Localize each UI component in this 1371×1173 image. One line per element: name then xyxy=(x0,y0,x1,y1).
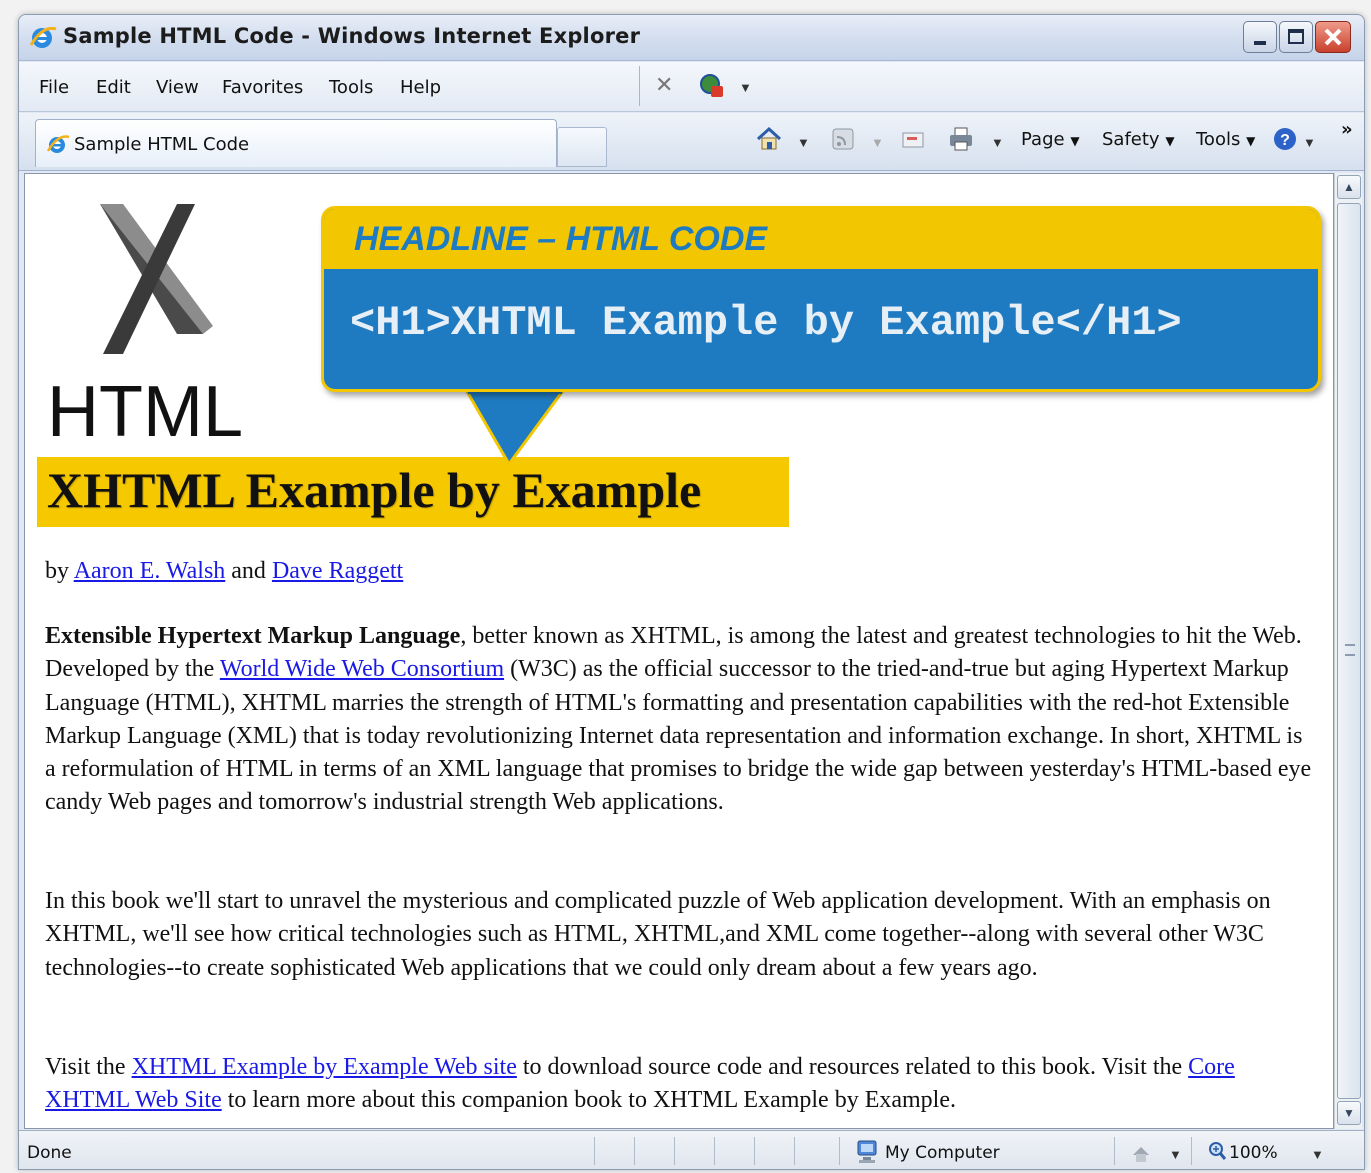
status-separator xyxy=(754,1137,755,1165)
tools-dropdown-icon: ▼ xyxy=(1246,134,1256,148)
vertical-scrollbar[interactable]: ▲ ▼ xyxy=(1334,173,1362,1129)
scroll-down-icon[interactable]: ▼ xyxy=(1337,1101,1361,1125)
tab-sample-html-code[interactable]: Sample HTML Code xyxy=(35,119,557,167)
tab-bar: Sample HTML Code ▼ ▼ ▼ Page ▼ Safety ▼ T… xyxy=(19,113,1364,171)
intro-bold-term: Extensible Hypertext Markup Language xyxy=(45,623,461,649)
status-separator xyxy=(634,1137,635,1165)
close-button[interactable] xyxy=(1315,21,1351,53)
status-separator xyxy=(1191,1137,1192,1165)
callout-pointer xyxy=(465,388,567,467)
home-dropdown-icon[interactable]: ▼ xyxy=(797,135,810,150)
callout-header: HEADLINE – HTML CODE xyxy=(324,209,1318,269)
menu-edit[interactable]: Edit xyxy=(96,77,131,98)
tab-ie-icon xyxy=(46,135,70,153)
xhtml-logo: HTML xyxy=(47,204,243,444)
status-bar: Done My Computer ▼ 100% ▼ xyxy=(19,1130,1364,1169)
intro-paragraph: Extensible Hypertext Markup Language, be… xyxy=(45,620,1317,820)
author-link-aaron-walsh[interactable]: Aaron E. Walsh xyxy=(74,558,226,584)
status-separator xyxy=(1114,1137,1115,1165)
visit-text-1: Visit the xyxy=(45,1054,132,1080)
stop-icon[interactable]: ✕ xyxy=(655,72,673,98)
visit-paragraph: Visit the XHTML Example by Example Web s… xyxy=(45,1051,1317,1118)
feeds-dropdown-icon[interactable]: ▼ xyxy=(871,135,884,150)
headline-callout: HEADLINE – HTML CODE <H1>XHTML Example b… xyxy=(321,206,1321,392)
minimize-button[interactable] xyxy=(1243,21,1277,53)
author-link-dave-raggett[interactable]: Dave Raggett xyxy=(272,558,403,584)
page-dropdown-icon: ▼ xyxy=(1070,134,1080,148)
status-separator xyxy=(594,1137,595,1165)
callout-title: HEADLINE – HTML CODE xyxy=(354,220,768,258)
byline: by Aaron E. Walsh and Dave Raggett xyxy=(45,558,403,585)
svg-text:?: ? xyxy=(1280,132,1290,149)
new-tab-button[interactable] xyxy=(557,127,607,167)
toolbar-overflow-icon[interactable]: » xyxy=(1341,119,1353,140)
window-title: Sample HTML Code - Windows Internet Expl… xyxy=(63,24,641,48)
menu-favorites[interactable]: Favorites xyxy=(222,77,303,98)
toolbar-globe-icon[interactable] xyxy=(697,71,727,101)
print-icon[interactable] xyxy=(947,125,975,153)
menu-bar: File Edit View Favorites Tools Help ✕ ▼ xyxy=(19,62,1364,112)
zoom-dropdown-icon[interactable]: ▼ xyxy=(1311,1147,1324,1162)
menu-view[interactable]: View xyxy=(156,77,199,98)
page-heading: XHTML Example by Example xyxy=(47,462,702,518)
heading-highlight: XHTML Example by Example xyxy=(37,457,789,527)
page-menu-label: Page xyxy=(1021,129,1065,150)
protected-mode-dropdown-icon[interactable]: ▼ xyxy=(1169,1147,1182,1162)
status-text: Done xyxy=(27,1143,72,1163)
logo-x-mark xyxy=(100,204,213,354)
print-dropdown-icon[interactable]: ▼ xyxy=(991,135,1004,150)
menu-tools[interactable]: Tools xyxy=(329,77,373,98)
status-separator xyxy=(839,1137,840,1165)
mail-icon[interactable] xyxy=(899,125,927,153)
book-paragraph: In this book we'll start to unravel the … xyxy=(45,888,1271,981)
xhtml-site-link[interactable]: XHTML Example by Example Web site xyxy=(132,1054,517,1080)
my-computer-icon xyxy=(857,1140,877,1163)
tools-menu[interactable]: Tools ▼ xyxy=(1196,129,1255,150)
help-dropdown-icon[interactable]: ▼ xyxy=(1303,135,1316,150)
status-separator xyxy=(674,1137,675,1165)
scroll-up-icon[interactable]: ▲ xyxy=(1337,175,1361,199)
ie-logo-icon xyxy=(29,26,57,48)
tab-label: Sample HTML Code xyxy=(74,134,250,155)
maximize-button[interactable] xyxy=(1279,21,1313,53)
security-zone: My Computer xyxy=(885,1143,1000,1163)
home-icon[interactable] xyxy=(755,125,783,153)
scroll-grip-icon xyxy=(1345,644,1355,656)
status-separator xyxy=(714,1137,715,1165)
browser-window: Sample HTML Code - Windows Internet Expl… xyxy=(18,14,1365,1170)
callout-code: <H1>XHTML Example by Example</H1> xyxy=(350,299,1182,347)
feeds-icon[interactable] xyxy=(829,125,857,153)
menu-file[interactable]: File xyxy=(39,77,69,98)
scroll-thumb[interactable] xyxy=(1337,203,1361,1099)
maximize-icon xyxy=(1288,29,1304,44)
close-icon xyxy=(1324,28,1342,46)
safety-dropdown-icon: ▼ xyxy=(1165,134,1175,148)
visit-text-3: to learn more about this companion book … xyxy=(221,1087,957,1114)
help-icon[interactable]: ? xyxy=(1271,125,1299,153)
w3c-link[interactable]: World Wide Web Consortium xyxy=(220,656,504,682)
byline-prefix: by xyxy=(45,558,74,584)
title-bar: Sample HTML Code - Windows Internet Expl… xyxy=(19,15,1364,61)
logo-html-text: HTML xyxy=(47,372,243,444)
safety-menu-label: Safety xyxy=(1102,129,1160,150)
byline-and: and xyxy=(225,558,272,584)
visit-text-2: to download source code and resources re… xyxy=(516,1054,1189,1080)
globe-dropdown-icon[interactable]: ▼ xyxy=(739,80,752,95)
zoom-level[interactable]: 100% xyxy=(1229,1143,1278,1163)
minimize-icon xyxy=(1254,41,1266,45)
page-viewport: HTML XHTML Example by Example by Aaron E… xyxy=(24,173,1334,1129)
protected-mode-icon[interactable] xyxy=(1129,1139,1153,1165)
safety-menu[interactable]: Safety ▼ xyxy=(1102,129,1175,150)
status-separator xyxy=(794,1137,795,1165)
menu-separator xyxy=(639,66,640,106)
zoom-icon[interactable] xyxy=(1207,1139,1227,1165)
tools-menu-label: Tools xyxy=(1196,129,1241,150)
page-menu[interactable]: Page ▼ xyxy=(1021,129,1080,150)
menu-help[interactable]: Help xyxy=(400,77,441,98)
